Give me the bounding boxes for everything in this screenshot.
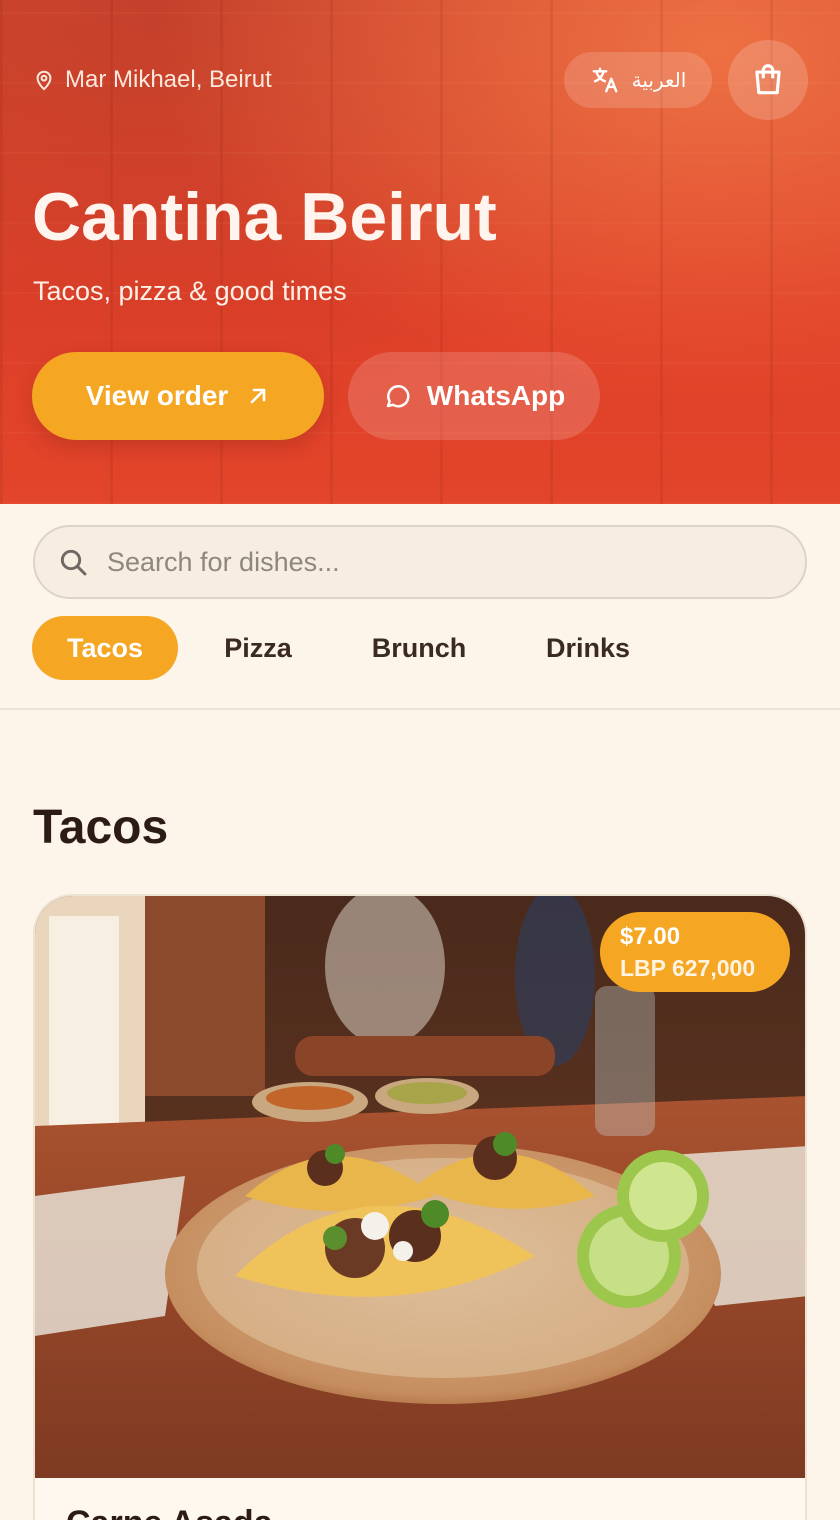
tab-pizza[interactable]: Pizza	[178, 616, 338, 680]
view-order-button[interactable]: View order	[32, 352, 324, 440]
category-tabs: Tacos Pizza Brunch Drinks	[32, 616, 676, 680]
language-label: العربية	[631, 69, 687, 92]
dish-name: Carne Asada	[66, 1504, 273, 1520]
price-usd: $7.00	[620, 923, 681, 950]
divider	[0, 708, 840, 710]
tab-tacos[interactable]: Tacos	[32, 616, 178, 680]
price-lbp: LBP 627,000	[620, 955, 756, 981]
chat-bubble-icon	[386, 385, 410, 408]
arrow-up-right-icon	[251, 388, 266, 404]
restaurant-title: Cantina Beirut	[32, 179, 497, 255]
shopping-bag-icon	[755, 64, 781, 95]
location-pin-icon	[36, 70, 52, 91]
view-order-label: View order	[85, 380, 229, 411]
language-toggle-button[interactable]: العربية	[564, 52, 712, 108]
search-input[interactable]	[107, 546, 747, 578]
location: Mar Mikhael, Beirut	[33, 64, 272, 96]
search-icon	[60, 549, 87, 576]
hero-banner: Mar Mikhael, Beirut العربية Cantina Beir…	[0, 0, 840, 504]
tab-brunch[interactable]: Brunch	[338, 616, 500, 680]
restaurant-tagline: Tacos, pizza & good times	[33, 276, 347, 306]
whatsapp-label: WhatsApp	[426, 380, 566, 411]
price-badge: $7.00 LBP 627,000	[600, 912, 790, 992]
tab-drinks[interactable]: Drinks	[500, 616, 676, 680]
location-label: Mar Mikhael, Beirut	[65, 66, 272, 93]
whatsapp-button[interactable]: WhatsApp	[348, 352, 600, 440]
menu-page: Mar Mikhael, Beirut العربية Cantina Beir…	[0, 0, 840, 1520]
translate-icon	[592, 67, 618, 93]
search-bar[interactable]	[33, 525, 807, 599]
cart-button[interactable]	[728, 40, 808, 120]
section-title: Tacos	[33, 801, 169, 854]
